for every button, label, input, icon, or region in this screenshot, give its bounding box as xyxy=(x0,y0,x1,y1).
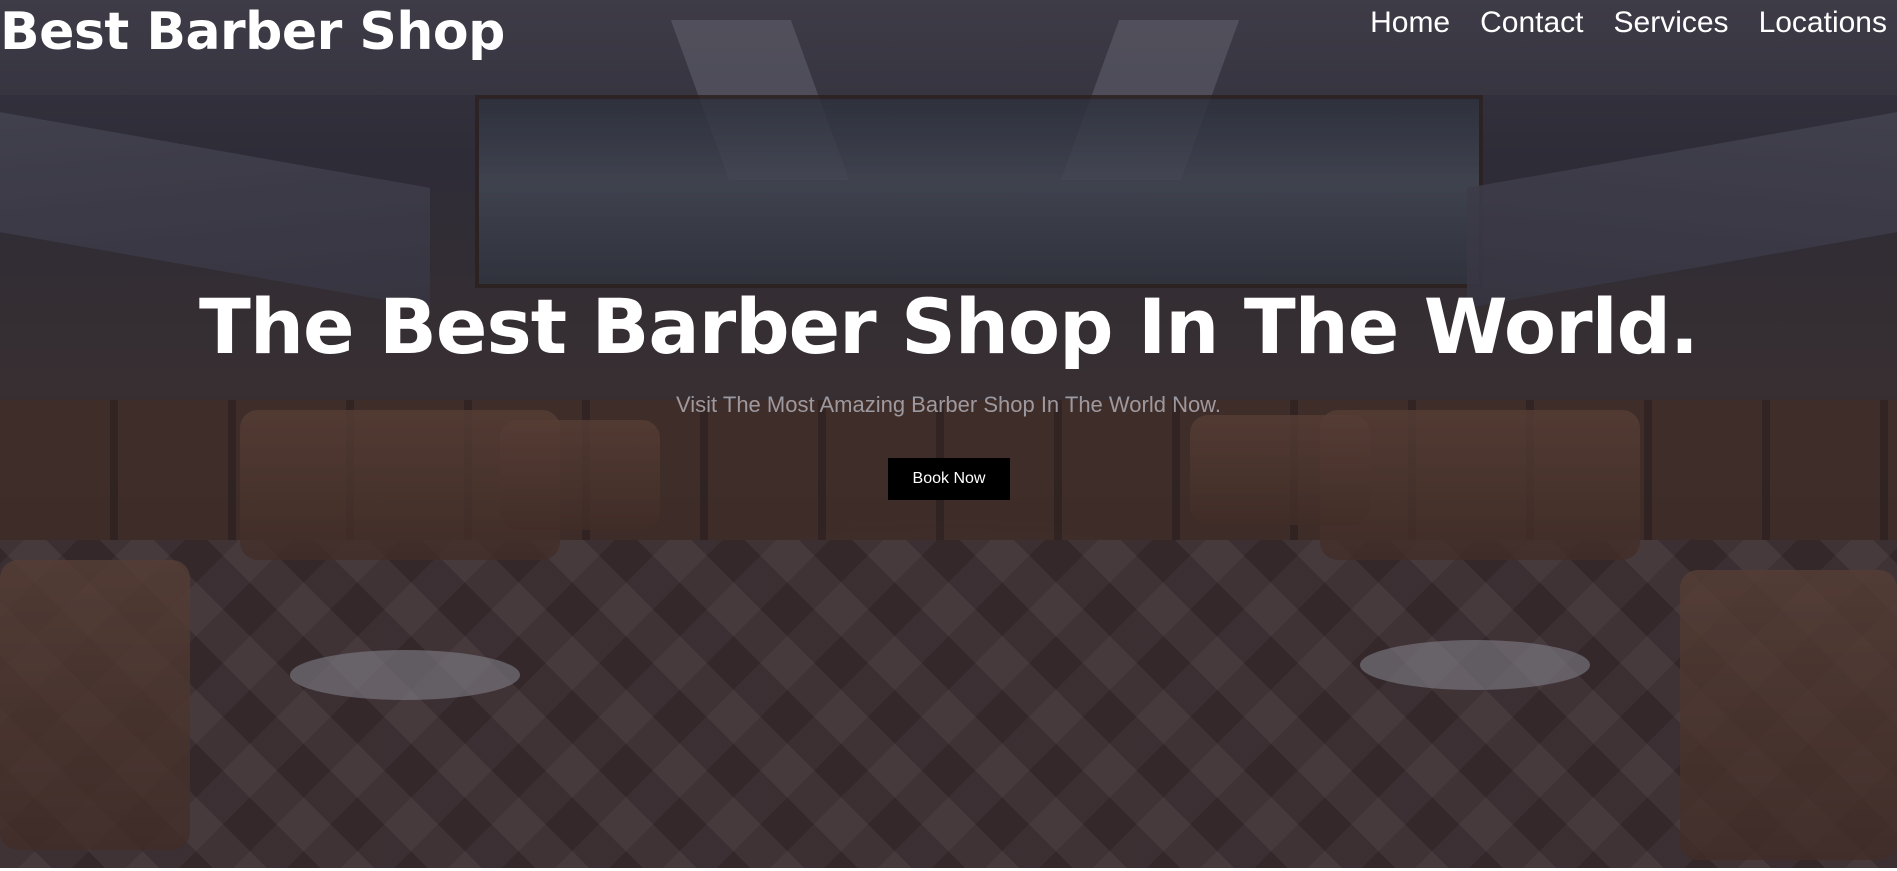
nav-link-contact[interactable]: Contact xyxy=(1480,6,1583,40)
hero-overlay xyxy=(0,0,1897,868)
book-now-button[interactable]: Book Now xyxy=(888,458,1010,500)
nav-link-locations[interactable]: Locations xyxy=(1759,6,1887,40)
site-logo[interactable]: Best Barber Shop xyxy=(0,2,505,62)
hero-subheadline: Visit The Most Amazing Barber Shop In Th… xyxy=(676,392,1221,417)
main-nav: Home Contact Services Locations xyxy=(1370,6,1887,40)
hero-section: Best Barber Shop Home Contact Services L… xyxy=(0,0,1897,868)
nav-link-home[interactable]: Home xyxy=(1370,6,1450,40)
nav-link-services[interactable]: Services xyxy=(1614,6,1729,40)
hero-headline: The Best Barber Shop In The World. xyxy=(199,282,1699,371)
